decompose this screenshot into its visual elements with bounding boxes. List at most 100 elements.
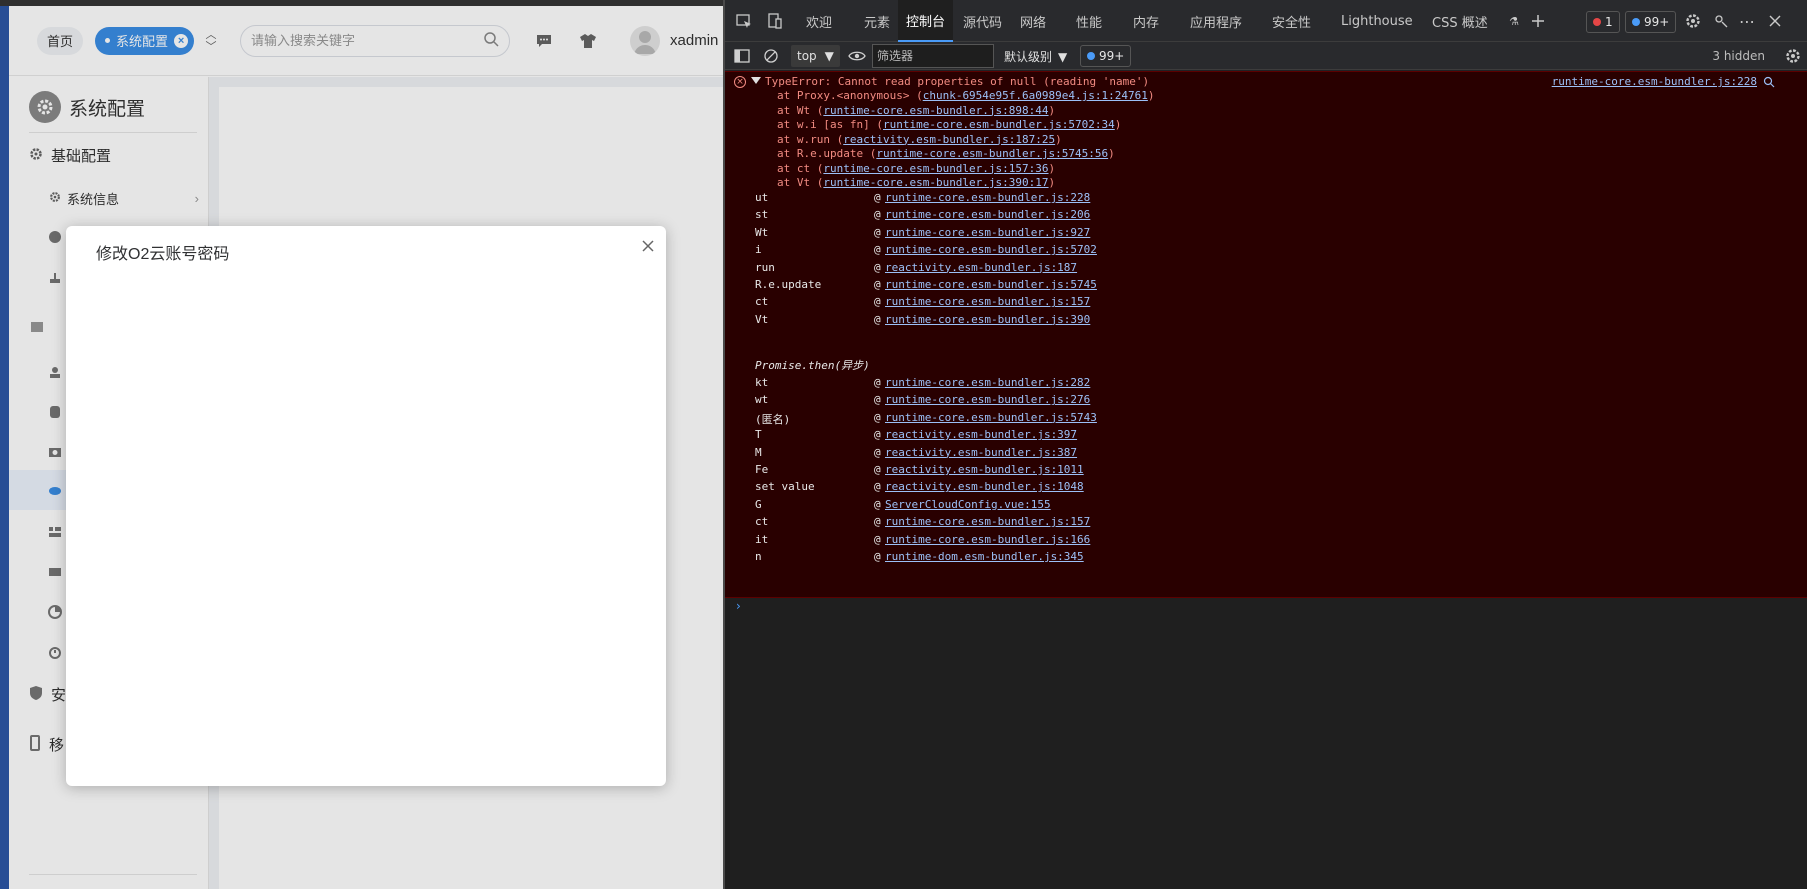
stack-frame-at: @ [874,550,881,563]
dropdown-arrow-icon: ▼ [824,49,834,63]
trace-line: at Wt (runtime-core.esm-bundler.js:898:4… [777,104,1055,117]
settings-gear-icon[interactable] [1683,11,1703,31]
customize-icon[interactable] [1711,11,1731,31]
stack-frame-link[interactable]: runtime-dom.esm-bundler.js:345 [885,550,1084,563]
context-select[interactable]: top ▼ [791,45,840,67]
stack-frame-function: set value [755,480,815,494]
trace-link[interactable]: runtime-core.esm-bundler.js:157:36 [823,162,1048,175]
expand-triangle-icon[interactable] [751,77,761,84]
trace-link[interactable]: runtime-core.esm-bundler.js:5745:56 [876,147,1108,160]
stack-frame-function: M [755,445,762,459]
stack-frame-at: @ [874,463,881,476]
trace-link[interactable]: chunk-6954e95f.6a0989e4.js:1:24761 [923,89,1148,102]
inspect-element-icon[interactable] [734,11,754,31]
trace-line: at Vt (runtime-core.esm-bundler.js:390:1… [777,176,1055,189]
error-dot-icon [1593,18,1601,26]
trace-text: at Wt ( [777,103,824,117]
stack-frame-at: @ [874,278,881,291]
more-options-icon[interactable]: ⋯ [1737,11,1757,31]
trace-link[interactable]: reactivity.esm-bundler.js:187:25 [843,133,1055,146]
stack-frame-link[interactable]: runtime-core.esm-bundler.js:5702 [885,243,1097,256]
stack-frame-link[interactable]: reactivity.esm-bundler.js:187 [885,261,1077,274]
error-message-block: × TypeError: Cannot read properties of n… [725,71,1807,598]
tab-sources[interactable]: 源代码 [963,0,1002,42]
stack-frame-link[interactable]: runtime-core.esm-bundler.js:228 [885,191,1090,204]
sidebar-toggle-icon[interactable] [732,46,752,66]
error-x-icon: × [734,76,746,88]
stack-frame-link[interactable]: ServerCloudConfig.vue:155 [885,498,1051,511]
trace-text: ) [1114,118,1122,131]
live-expression-eye-icon[interactable] [847,46,867,66]
tab-elements[interactable]: 元素 [864,0,890,42]
issues-badge[interactable]: 99+ [1080,45,1132,67]
stack-frame-link[interactable]: runtime-core.esm-bundler.js:206 [885,208,1090,221]
stack-frame-link[interactable]: runtime-core.esm-bundler.js:5743 [885,411,1097,424]
trace-text: at Vt ( [777,176,824,189]
stack-frame-link[interactable]: reactivity.esm-bundler.js:387 [885,446,1077,459]
stack-frame-at: @ [874,480,881,494]
stack-frame-at: @ [874,445,881,459]
stack-frame-link[interactable]: reactivity.esm-bundler.js:1011 [885,463,1084,476]
console-settings-gear-icon[interactable] [1783,46,1803,66]
stack-frame-function: st [755,208,769,222]
trace-text: at Proxy.<anonymous> ( [777,89,923,102]
stack-frame-at: @ [874,393,881,407]
stack-frame-link[interactable]: runtime-core.esm-bundler.js:282 [885,376,1090,389]
trace-link[interactable]: runtime-core.esm-bundler.js:898:44 [823,104,1048,117]
error-source-link[interactable]: runtime-core.esm-bundler.js:228 [1552,75,1757,88]
hidden-messages-count[interactable]: 3 hidden [1712,49,1765,63]
device-toolbar-icon[interactable] [765,11,785,31]
trace-line: at ct (runtime-core.esm-bundler.js:157:3… [777,162,1055,175]
stack-frame-function: R.e.update [755,278,822,291]
console-toolbar: top ▼ 默认级别 ▼ 99+ 3 hidden [725,42,1807,70]
dialog-title: 修改O2云账号密码 [96,246,230,263]
clear-console-icon[interactable] [761,46,781,66]
search-icon[interactable] [1763,76,1775,88]
stack-frame-link[interactable]: runtime-core.esm-bundler.js:927 [885,226,1090,239]
trace-text: ) [1108,147,1115,160]
tab-console[interactable]: 控制台 [898,0,954,42]
stack-frame-function: ut [755,191,769,204]
console-prompt-caret-icon[interactable]: › [736,599,741,613]
message-count-badge[interactable]: 99+ [1625,11,1677,33]
tab-application[interactable]: 应用程序 [1190,0,1242,42]
tab-css-overview[interactable]: CSS 概述 [1432,0,1488,42]
stack-frame-at: @ [874,410,881,424]
close-devtools-icon[interactable] [1765,11,1785,31]
issues-dot-icon [1087,52,1095,60]
stack-frame-at: @ [874,312,881,326]
trace-link[interactable]: runtime-core.esm-bundler.js:390:17 [823,176,1048,189]
stack-frame-link[interactable]: runtime-core.esm-bundler.js:157 [885,515,1090,528]
tab-memory[interactable]: 内存 [1133,0,1159,42]
error-count-badge[interactable]: 1 [1586,11,1620,33]
stack-frame-link[interactable]: runtime-core.esm-bundler.js:390 [885,313,1090,326]
stack-frame: n @ runtime-dom.esm-bundler.js:345 [755,550,1755,570]
tab-network[interactable]: 网络 [1020,0,1046,42]
tab-security[interactable]: 安全性 [1272,0,1311,42]
add-tab-icon[interactable] [1528,11,1548,31]
trace-line: at w.i [as fn] (runtime-core.esm-bundler… [777,118,1121,131]
stack-frame-link[interactable]: runtime-core.esm-bundler.js:166 [885,533,1090,546]
tab-welcome[interactable]: 欢迎 [806,0,832,42]
stack-frame-function: (匿名) [755,412,791,426]
stack-frame-at: @ [874,497,881,511]
stack-frame-link[interactable]: reactivity.esm-bundler.js:1048 [885,480,1084,493]
stack-frame-at: @ [874,515,881,529]
stack-frame-at: @ [874,243,881,257]
stack-frame-link[interactable]: reactivity.esm-bundler.js:397 [885,428,1077,441]
stack-frame-at: @ [874,295,881,309]
stack-frame-function: Fe [755,463,769,476]
stack-frame-at: @ [874,208,881,222]
trace-link[interactable]: runtime-core.esm-bundler.js:5702:34 [883,118,1115,131]
stack-frame-link[interactable]: runtime-core.esm-bundler.js:5745 [885,278,1097,291]
issues-count: 99+ [1099,49,1125,63]
filter-input[interactable] [872,44,994,68]
close-icon[interactable] [636,234,660,258]
log-levels-dropdown[interactable]: 默认级别 ▼ [1004,48,1067,65]
stack-frame-link[interactable]: runtime-core.esm-bundler.js:276 [885,393,1090,406]
stack-frame-link[interactable]: runtime-core.esm-bundler.js:157 [885,295,1090,308]
stack-frame-function: it [755,532,769,546]
tab-performance[interactable]: 性能 [1076,0,1102,42]
tab-lighthouse[interactable]: Lighthouse [1341,0,1413,42]
stack-frame-function: T [755,428,762,442]
